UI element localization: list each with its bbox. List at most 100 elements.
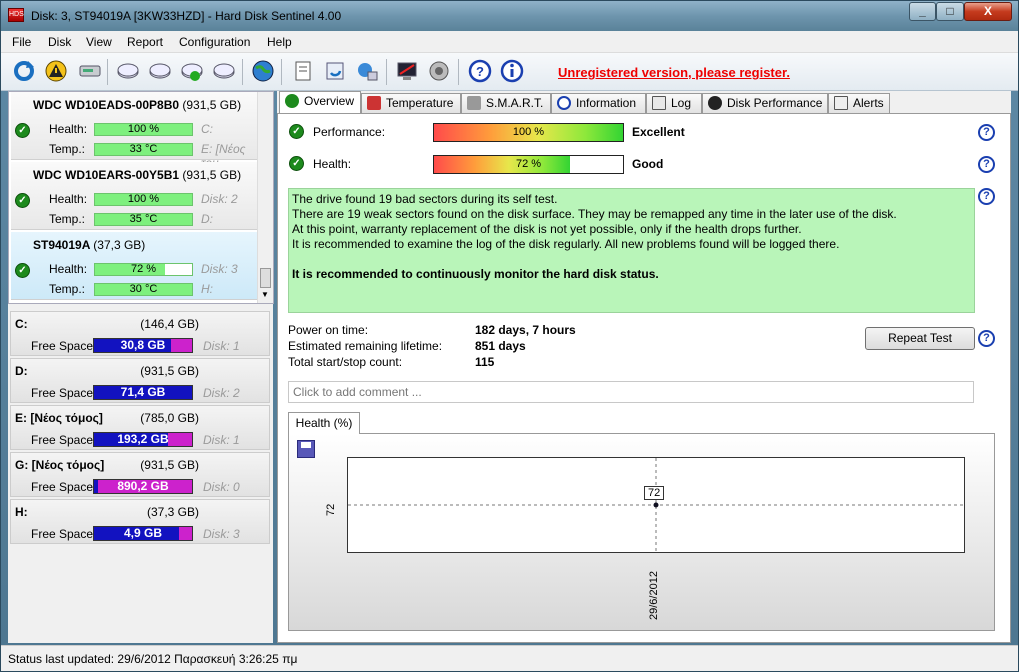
title-bar[interactable]: HDS Disk: 3, ST94019A [3KW33HZD] - Hard … [1,1,1018,31]
plot-area: 72 [347,457,965,553]
log-icon [652,96,666,110]
performance-label: Performance: [313,125,386,139]
menu-disk[interactable]: Disk [48,35,71,49]
disk-name: WDC WD10EADS-00P8B0 (931,5 GB) [33,98,242,112]
disk-icon[interactable] [76,57,104,85]
tab-information[interactable]: Information [551,93,646,113]
tab-overview[interactable]: Overview [279,91,361,113]
volume-disk-ref: Disk: 1 [203,339,240,353]
disk-ref: Disk: 3 [201,262,238,276]
info-icon[interactable] [498,57,526,85]
tab-disk-performance[interactable]: Disk Performance [702,93,828,113]
message-line: There are 19 weak sectors found on the d… [292,207,897,221]
warning-icon[interactable] [42,57,70,85]
x-tick-label: 29/6/2012 [648,571,660,620]
volume-item[interactable]: H: (37,3 GB) Free Space 4,9 GB Disk: 3 [10,499,270,544]
power-on-value: 182 days, 7 hours [475,323,576,337]
close-button[interactable]: X [964,2,1012,21]
volume-disk-ref: Disk: 2 [203,386,240,400]
smart-icon [467,96,481,110]
overview-panel: ✓ Performance: 100 % Excellent ? ✓ Healt… [277,113,1011,643]
disk-ref: Disk: 2 [201,192,238,206]
volume-disk-ref: Disk: 3 [203,527,240,541]
window-title: Disk: 3, ST94019A [3KW33HZD] - Hard Disk… [31,9,342,23]
sync-icon[interactable] [321,57,349,85]
chart-tab-health[interactable]: Health (%) [288,412,360,434]
menu-view[interactable]: View [86,35,112,49]
hdd-icon[interactable] [146,57,174,85]
repeat-test-button[interactable]: Repeat Test [865,327,975,350]
help-icon[interactable]: ? [978,124,995,141]
data-label: 72 [644,486,665,500]
volume-name: H: [15,505,28,519]
health-bar: 100 % [94,193,193,206]
menu-configuration[interactable]: Configuration [179,35,250,49]
maximize-button[interactable]: □ [936,2,964,21]
volume-size: (785,0 GB) [140,411,199,425]
disk-list-scrollbar[interactable]: ▼ [257,92,273,303]
free-space-label: Free Space [31,386,94,400]
document-icon[interactable] [289,57,317,85]
free-space-bar: 890,2 GB [93,479,193,494]
free-space-label: Free Space [31,339,94,353]
monitor-icon[interactable] [393,57,421,85]
lifetime-label: Estimated remaining lifetime: [288,339,443,353]
free-space-bar: 71,4 GB [93,385,193,400]
app-window: HDS Disk: 3, ST94019A [3KW33HZD] - Hard … [0,0,1019,672]
network-icon[interactable] [353,57,381,85]
free-space-label: Free Space [31,480,94,494]
globe-icon[interactable] [249,57,277,85]
svg-text:?: ? [476,64,484,79]
help-icon[interactable]: ? [466,57,494,85]
temp-label: Temp.: [49,142,86,156]
tab-smart[interactable]: S.M.A.R.T. [461,93,551,113]
disk-item[interactable]: WDC WD10EADS-00P8B0 (931,5 GB) ✓ Health:… [11,92,259,170]
tab-log[interactable]: Log [646,93,702,113]
free-space-bar: 4,9 GB [93,526,193,541]
ok-icon: ✓ [289,156,304,171]
volume-item[interactable]: C: (146,4 GB) Free Space 30,8 GB Disk: 1 [10,311,270,356]
message-line: It is recommended to examine the log of … [292,237,840,251]
scroll-down-icon[interactable]: ▼ [261,290,269,299]
speaker-icon[interactable] [425,57,453,85]
ok-icon: ✓ [15,263,30,278]
free-space-label: Free Space [31,527,94,541]
menu-help[interactable]: Help [267,35,292,49]
save-icon[interactable] [297,440,315,458]
minimize-button[interactable]: _ [909,2,936,21]
info-icon [557,96,571,110]
unregistered-link[interactable]: Unregistered version, please register. [558,65,790,80]
menu-report[interactable]: Report [127,35,163,49]
help-icon[interactable]: ? [978,156,995,173]
volume-item[interactable]: E: [Νέος τόμος] (785,0 GB) Free Space 19… [10,405,270,450]
volume-item[interactable]: G: [Νέος τόμος] (931,5 GB) Free Space 89… [10,452,270,497]
health-label: Health: [49,262,88,276]
message-line: At this point, warranty replacement of t… [292,222,802,236]
menu-file[interactable]: File [12,35,31,49]
hdd-icon[interactable] [114,57,142,85]
ok-icon: ✓ [15,193,30,208]
hdd-icon[interactable] [210,57,238,85]
ok-icon: ✓ [15,123,30,138]
comment-input[interactable]: Click to add comment ... [288,381,974,403]
refresh-icon[interactable] [10,57,38,85]
right-panel: Overview Temperature S.M.A.R.T. Informat… [277,91,1011,643]
disk-item[interactable]: WDC WD10EARS-00Y5B1 (931,5 GB) ✓ Health:… [11,162,259,230]
tab-temperature[interactable]: Temperature [361,93,461,113]
volume-name: E: [Νέος τόμος] [15,411,103,425]
tab-alerts[interactable]: Alerts [828,93,890,113]
free-space-bar: 30,8 GB [93,338,193,353]
temp-bar: 35 °C [94,213,193,226]
volume-item[interactable]: D: (931,5 GB) Free Space 71,4 GB Disk: 2 [10,358,270,403]
toolbar: ? Unregistered version, please register. [1,53,1018,91]
disk-item-selected[interactable]: ST94019A (37,3 GB) ✓ Health: 72 % Disk: … [11,232,259,300]
health-label: Health: [313,157,352,171]
scroll-thumb[interactable] [260,268,271,288]
hdd-ok-icon[interactable] [178,57,206,85]
help-icon[interactable]: ? [978,188,995,205]
health-bar: 72 % [94,263,193,276]
check-icon [285,94,299,108]
temp-label: Temp.: [49,212,86,226]
startstop-label: Total start/stop count: [288,355,403,369]
help-icon[interactable]: ? [978,330,995,347]
